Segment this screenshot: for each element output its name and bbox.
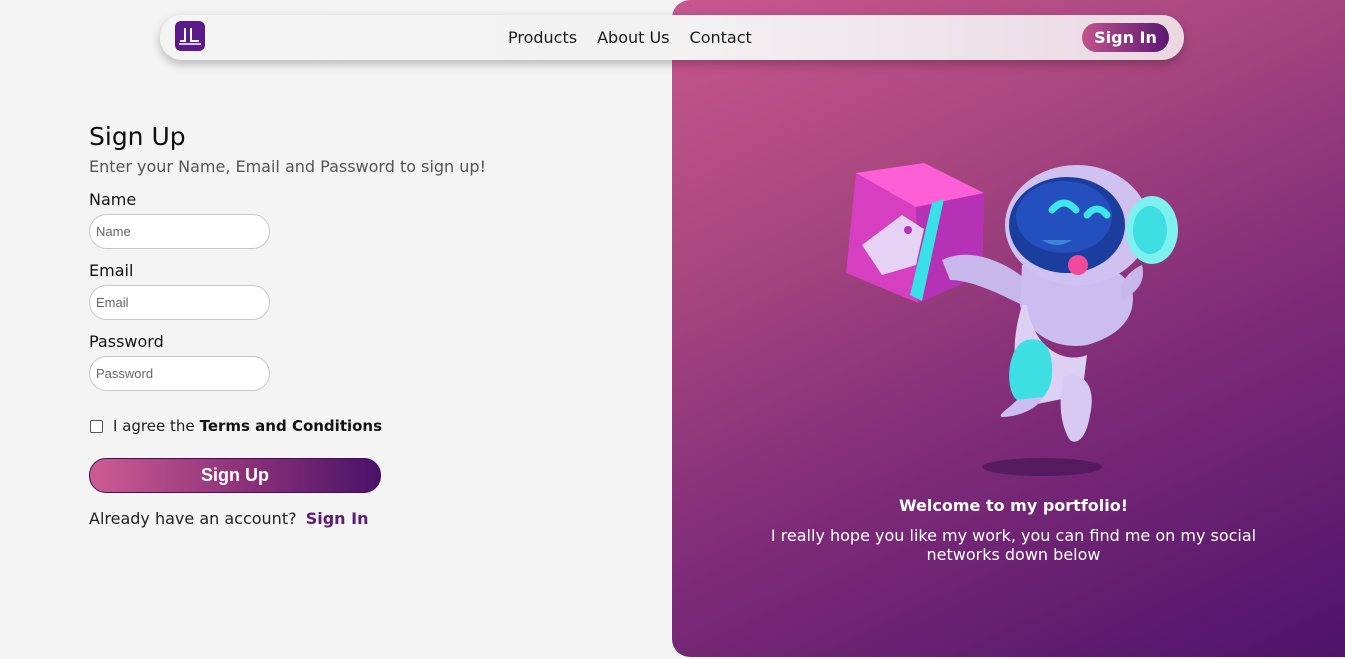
password-label: Password bbox=[89, 332, 164, 351]
nav-link-about-us[interactable]: About Us bbox=[597, 28, 669, 47]
signup-form: Sign Up Enter your Name, Email and Passw… bbox=[89, 120, 609, 528]
email-label: Email bbox=[89, 261, 134, 280]
email-field[interactable] bbox=[89, 285, 270, 320]
nav-link-products[interactable]: Products bbox=[508, 28, 577, 47]
already-text: Already have an account? bbox=[89, 509, 297, 528]
welcome-title: Welcome to my portfolio! bbox=[898, 496, 1129, 515]
nav-links: Products About Us Contact bbox=[508, 15, 752, 60]
name-field[interactable] bbox=[89, 214, 270, 249]
terms-link[interactable]: Terms and Conditions bbox=[200, 417, 382, 435]
top-navbar: Products About Us Contact Sign In bbox=[160, 15, 1184, 60]
password-field[interactable] bbox=[89, 356, 270, 391]
agree-text: I agree the bbox=[113, 417, 195, 435]
signin-link[interactable]: Sign In bbox=[306, 509, 369, 528]
signup-button[interactable]: Sign Up bbox=[89, 458, 381, 493]
terms-row: I agree the Terms and Conditions bbox=[89, 417, 609, 435]
logo-icon[interactable] bbox=[175, 21, 205, 51]
page-title: Sign Up bbox=[89, 122, 186, 151]
page-subtitle: Enter your Name, Email and Password to s… bbox=[89, 157, 486, 176]
welcome-body: I really hope you like my work, you can … bbox=[770, 526, 1257, 564]
nav-link-contact[interactable]: Contact bbox=[690, 28, 752, 47]
nav-signin-button[interactable]: Sign In bbox=[1082, 23, 1169, 52]
terms-checkbox[interactable] bbox=[90, 419, 103, 433]
robot-illustration-icon bbox=[846, 163, 1178, 476]
already-account-row: Already have an account? Sign In bbox=[89, 509, 609, 528]
name-label: Name bbox=[89, 190, 137, 209]
hero-panel: Welcome to my portfolio! I really hope y… bbox=[672, 0, 1345, 657]
